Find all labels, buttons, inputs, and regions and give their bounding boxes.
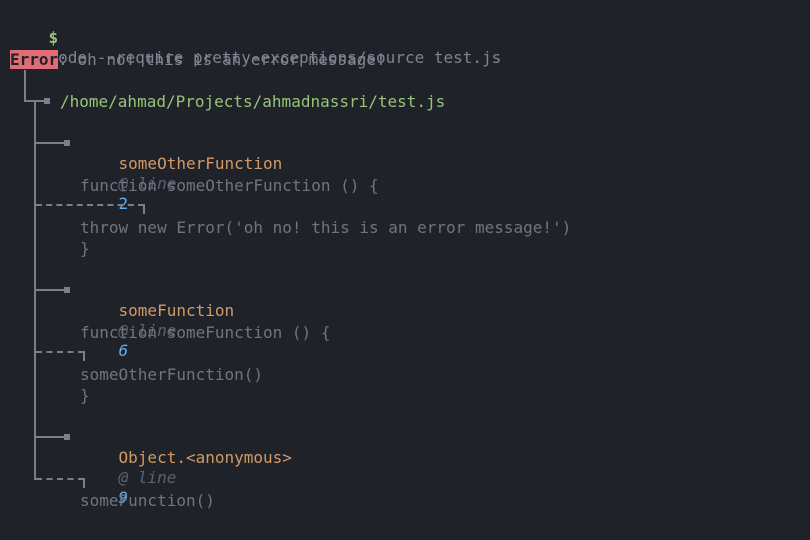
- frame-line-number: 6: [118, 341, 129, 360]
- frame-function-name: Object.<anonymous>: [118, 448, 292, 467]
- file-path[interactable]: /home/ahmad/Projects/ahmadnassri/test.js: [60, 92, 445, 112]
- tree-node-frame: [64, 434, 70, 440]
- code-line-highlight: someOtherFunction(): [80, 365, 264, 384]
- error-badge: Error: [10, 50, 59, 69]
- frame-header: Object.<anonymous> @ line 9: [80, 428, 292, 528]
- frame-function-name: someOtherFunction: [118, 154, 283, 173]
- frame-line-label: @ line: [118, 468, 177, 487]
- code-pointer: [36, 204, 144, 206]
- code-line: }: [80, 239, 90, 258]
- command-line: $ node --require pretty-exceptions/sourc…: [10, 8, 502, 88]
- code-pointer-tick: [83, 478, 85, 488]
- code-pointer: [36, 351, 84, 353]
- code-line: function someFunction () {: [80, 323, 331, 342]
- code-line: function someOtherFunction () {: [80, 176, 379, 195]
- frame-branch: [34, 436, 64, 438]
- code-pointer: [36, 478, 84, 480]
- code-line-highlight: someFunction(): [80, 491, 215, 510]
- error-separator: :: [58, 50, 68, 69]
- code-line: }: [80, 386, 90, 405]
- tree-connector-root: [24, 70, 26, 102]
- terminal-window[interactable]: $ node --require pretty-exceptions/sourc…: [0, 0, 810, 540]
- tree-node-frame: [64, 140, 70, 146]
- code-pointer-tick: [83, 351, 85, 361]
- frame-branch: [34, 142, 64, 144]
- tree-node-frame: [64, 287, 70, 293]
- tree-node-file: [44, 98, 50, 104]
- tree-connector-trunk: [34, 102, 36, 480]
- prompt-symbol: $: [48, 28, 59, 47]
- frame-function-name: someFunction: [118, 301, 235, 320]
- code-line-highlight: throw new Error('oh no! this is an error…: [80, 218, 572, 237]
- frame-branch: [34, 289, 64, 291]
- error-message: oh no! this is an error message!: [67, 50, 386, 69]
- code-pointer-tick: [143, 204, 145, 214]
- error-line: Error: oh no! this is an error message!: [10, 50, 386, 70]
